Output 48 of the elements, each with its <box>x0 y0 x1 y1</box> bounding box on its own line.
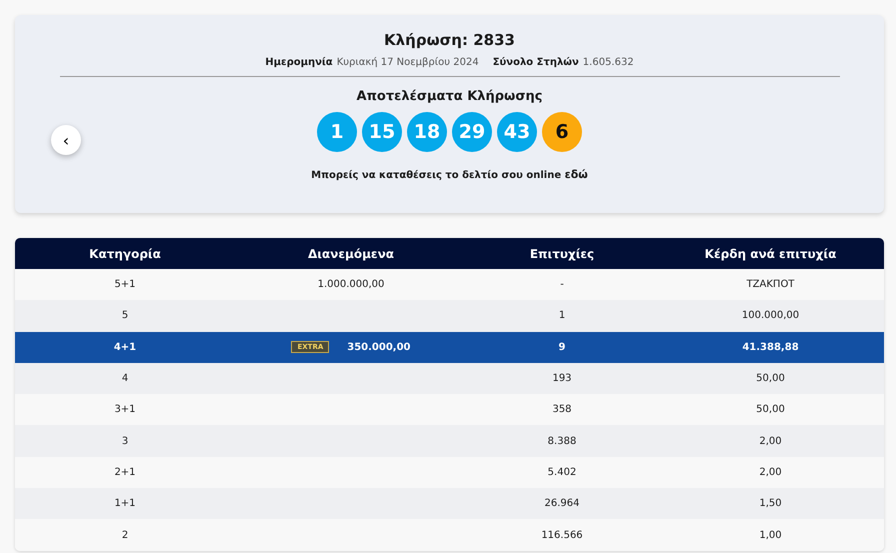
table-cell: 41.388,88 <box>742 342 799 353</box>
table-cell: 5 <box>122 310 128 322</box>
column-header: Επιτυχίες <box>530 246 594 260</box>
previous-button[interactable]: ‹ <box>51 125 81 155</box>
table-cell: 5+1 <box>114 279 136 290</box>
date-label: Ημερομηνία <box>265 57 333 68</box>
columns-total: 1.605.632 <box>582 57 634 68</box>
table-cell: 3 <box>122 436 128 447</box>
table-cell: 50,00 <box>756 373 785 384</box>
number-ball: 18 <box>407 112 447 152</box>
table-cell: 358 <box>552 404 572 416</box>
table-cell: 2+1 <box>114 466 136 478</box>
online-note: Μπορείς να καταθέσεις το δελτίο σου online εδώ <box>311 170 588 181</box>
table-cell: ΤΖΑΚΠΟΤ <box>746 279 794 290</box>
table-cell: 50,00 <box>756 404 785 416</box>
number-ball: 1 <box>317 112 357 152</box>
table-cell: 1+1 <box>114 498 136 510</box>
table-cell: 2,00 <box>759 436 782 447</box>
table-cell: 100.000,00 <box>742 310 800 322</box>
table-cell: 9 <box>558 342 566 353</box>
table-cell: 1 <box>558 310 566 322</box>
table-cell: 350.000,00 <box>347 342 411 353</box>
table-cell: 5.402 <box>548 466 576 478</box>
columns-label: Σύνολο Στηλών <box>492 57 579 68</box>
table-cell: 193 <box>552 373 572 384</box>
column-header: Διανεμόμενα <box>308 246 394 260</box>
results-title: Αποτελέσματα Κλήρωσης <box>356 89 542 104</box>
column-header: Κατηγορία <box>89 246 161 260</box>
table-cell: 2 <box>122 530 128 541</box>
table-cell: 1,50 <box>759 498 782 510</box>
column-header: Κέρδη ανά επιτυχία <box>704 246 836 260</box>
number-ball: 6 <box>542 112 582 152</box>
table-cell: 8.388 <box>548 436 576 447</box>
table-cell: - <box>560 279 564 290</box>
table-cell: 1.000.000,00 <box>318 279 384 290</box>
table-cell: 116.566 <box>541 530 583 541</box>
number-ball: 15 <box>362 112 402 152</box>
table-cell: 4+1 <box>114 342 136 353</box>
table-cell: 3+1 <box>114 404 136 416</box>
table-cell: 26.964 <box>544 498 580 510</box>
number-ball: 29 <box>452 112 492 152</box>
number-ball: 43 <box>497 112 537 152</box>
table-cell: 1,00 <box>759 530 782 541</box>
table-cell: 2,00 <box>759 466 782 478</box>
here-link[interactable]: εδώ <box>564 168 588 181</box>
draw-title: Κλήρωση: 2833 <box>384 31 515 49</box>
table-cell: 4 <box>122 373 128 384</box>
draw-date: Κυριακή 17 Νοεμβρίου 2024 <box>336 57 479 68</box>
